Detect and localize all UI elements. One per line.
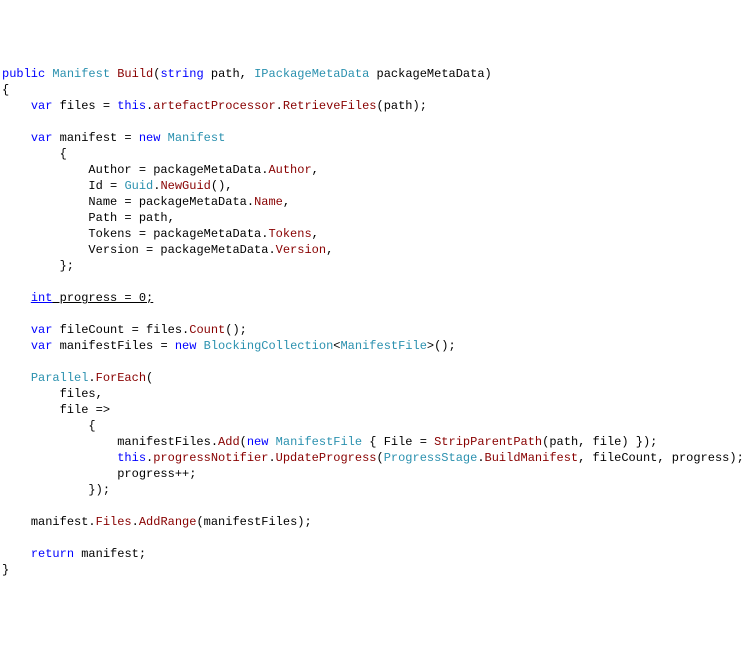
- brace: }: [2, 563, 9, 577]
- text: path,: [204, 67, 254, 81]
- text: packageMetaData): [369, 67, 491, 81]
- text: manifest;: [74, 547, 146, 561]
- text: .: [477, 451, 484, 465]
- keyword-new: new: [247, 435, 269, 449]
- text: ,: [312, 163, 319, 177]
- text: Author = packageMetaData.: [88, 163, 268, 177]
- method-add: Add: [218, 435, 240, 449]
- member-artefactprocessor: artefactProcessor: [153, 99, 275, 113]
- keyword-public: public: [2, 67, 45, 81]
- text: { File =: [362, 435, 434, 449]
- member-author: Author: [268, 163, 311, 177]
- brace: {: [60, 147, 67, 161]
- brace: };: [60, 259, 74, 273]
- text: .: [132, 515, 139, 529]
- type-blockingcollection: BlockingCollection: [204, 339, 334, 353]
- text: files,: [60, 387, 103, 401]
- keyword-this: this: [117, 451, 146, 465]
- text: Id =: [88, 179, 124, 193]
- type-manifestfile: ManifestFile: [276, 435, 362, 449]
- type-guid: Guid: [124, 179, 153, 193]
- text: ,: [326, 243, 333, 257]
- keyword-new: new: [139, 131, 161, 145]
- text: file =>: [60, 403, 110, 417]
- text: fileCount = files.: [52, 323, 189, 337]
- keyword-var: var: [31, 323, 53, 337]
- text: Path = path,: [88, 211, 174, 225]
- method-addrange: AddRange: [139, 515, 197, 529]
- method-stripparentpath: StripParentPath: [434, 435, 542, 449]
- text: , fileCount, progress);: [578, 451, 742, 465]
- text: Tokens = packageMetaData.: [88, 227, 268, 241]
- text: [196, 339, 203, 353]
- text: .: [268, 451, 275, 465]
- text: (path, file) });: [542, 435, 657, 449]
- text: manifestFiles.: [117, 435, 218, 449]
- text: (manifestFiles);: [196, 515, 311, 529]
- text: progress++;: [117, 467, 196, 481]
- text: (: [376, 451, 383, 465]
- member-buildmanifest: BuildManifest: [485, 451, 579, 465]
- text: Version = packageMetaData.: [88, 243, 275, 257]
- text: [160, 131, 167, 145]
- keyword-return: return: [31, 547, 74, 561]
- text: [268, 435, 275, 449]
- text: ,: [312, 227, 319, 241]
- member-name: Name: [254, 195, 283, 209]
- keyword-int: int: [31, 291, 53, 305]
- text: files =: [52, 99, 117, 113]
- code-block: public Manifest Build ( string path, IPack…: [2, 66, 740, 578]
- method-count: Count: [189, 323, 225, 337]
- method-retrievefiles: RetrieveFiles: [283, 99, 377, 113]
- text: .: [88, 371, 95, 385]
- text: >();: [427, 339, 456, 353]
- keyword-var: var: [31, 339, 53, 353]
- method-foreach: ForEach: [96, 371, 146, 385]
- keyword-string: string: [160, 67, 203, 81]
- type-manifestfile: ManifestFile: [340, 339, 426, 353]
- text: (path);: [377, 99, 427, 113]
- text: manifest.: [31, 515, 96, 529]
- keyword-var: var: [31, 99, 53, 113]
- keyword-this: this: [117, 99, 146, 113]
- brace: {: [2, 83, 9, 97]
- keyword-new: new: [175, 339, 197, 353]
- member-tokens: Tokens: [268, 227, 311, 241]
- text: Name = packageMetaData.: [88, 195, 254, 209]
- text: manifest =: [52, 131, 138, 145]
- text: progress = 0;: [52, 291, 153, 305]
- member-files: Files: [96, 515, 132, 529]
- member-progressnotifier: progressNotifier: [153, 451, 268, 465]
- method-newguid: NewGuid: [160, 179, 210, 193]
- brace: {: [88, 419, 95, 433]
- type-ipackagemetadata: IPackageMetaData: [254, 67, 369, 81]
- keyword-var: var: [31, 131, 53, 145]
- text: (),: [211, 179, 233, 193]
- text: manifestFiles =: [52, 339, 174, 353]
- text: (: [146, 371, 153, 385]
- text: (: [240, 435, 247, 449]
- method-build: Build: [117, 67, 153, 81]
- member-version: Version: [276, 243, 326, 257]
- brace: });: [88, 483, 110, 497]
- text: ,: [283, 195, 290, 209]
- type-progressstage: ProgressStage: [384, 451, 478, 465]
- method-updateprogress: UpdateProgress: [276, 451, 377, 465]
- type-parallel: Parallel: [31, 371, 89, 385]
- text: ();: [225, 323, 247, 337]
- text: .: [276, 99, 283, 113]
- type-manifest: Manifest: [52, 67, 110, 81]
- type-manifest: Manifest: [168, 131, 226, 145]
